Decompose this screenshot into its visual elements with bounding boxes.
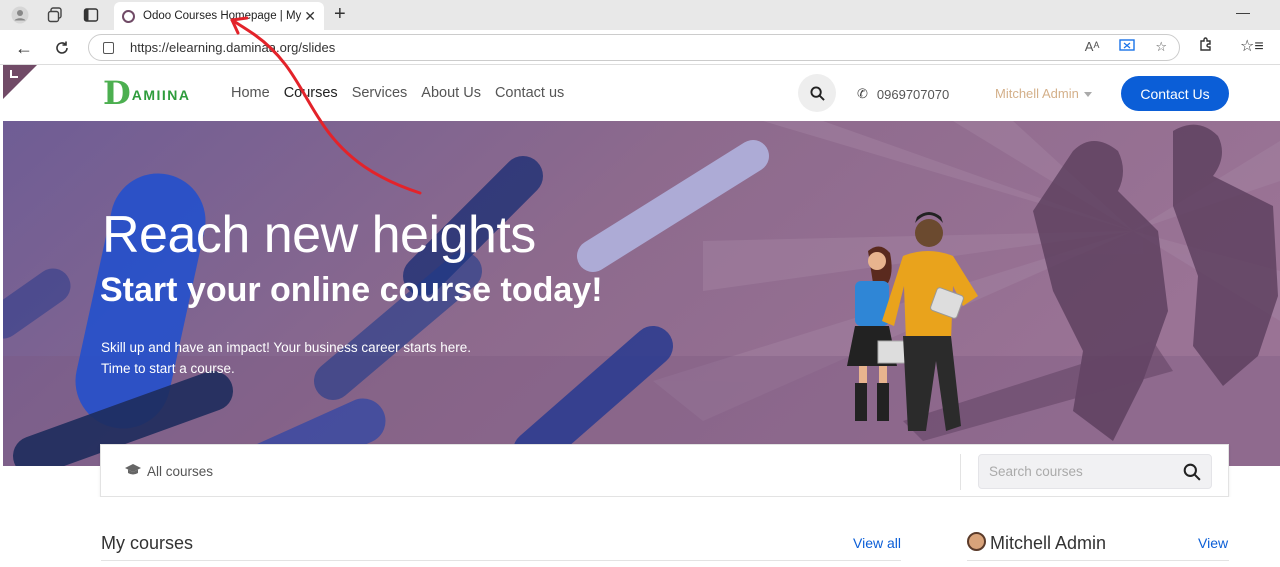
content-area: My courses View all Mitchell Admin View [0,497,1280,567]
profile-name: Mitchell Admin [990,533,1107,553]
graduation-cap-icon [125,463,141,479]
edit-corner-badge[interactable] [3,65,37,99]
hero-subtitle: Start your online course today! [100,271,603,309]
user-menu[interactable]: Mitchell Admin [995,86,1092,101]
profile-icon[interactable] [9,4,31,26]
all-courses-link[interactable]: All courses [125,463,213,479]
close-icon[interactable]: ✕ [304,8,316,25]
tab-title: Odoo Courses Homepage | My W [143,10,303,22]
search-icon [809,85,825,101]
favorites-icon[interactable]: ☆≡ [1240,36,1264,56]
browser-tab-active[interactable]: Odoo Courses Homepage | My W ✕ [114,2,324,30]
user-name: Mitchell Admin [995,86,1079,101]
all-courses-label: All courses [147,463,214,479]
view-all-link[interactable]: View all [853,535,901,551]
avatar-icon [967,532,986,551]
translate-icon[interactable] [1119,39,1136,56]
nav-services[interactable]: Services [352,85,408,101]
phone-icon: ✆ [857,86,868,101]
hero-banner: Reach new heights Start your online cour… [3,121,1280,466]
back-icon[interactable]: ← [12,36,36,60]
favorite-star-icon[interactable]: ☆ [1155,39,1167,56]
workspaces-icon[interactable] [44,4,66,26]
nav-contact-us[interactable]: Contact us [495,85,564,101]
phone-number: 0969707070 [876,86,950,102]
site-logo[interactable]: D AMIINA [103,74,191,112]
nav-home[interactable]: Home [231,85,270,101]
course-search-input[interactable]: Search courses [978,454,1212,489]
panel-divider [960,454,961,490]
hero-text-line1: Skill up and have an impact! Your busine… [101,340,471,355]
minimize-icon[interactable]: — [1236,4,1250,20]
hero-text-line2: Time to start a course. [101,361,235,376]
site-header: D AMIINA Home Courses Services About Us … [0,65,1280,121]
my-courses-heading: My courses [101,533,194,553]
browser-tab-bar: Odoo Courses Homepage | My W ✕ + — [0,0,1280,30]
phone-contact[interactable]: ✆ 0969707070 [857,86,949,102]
divider [101,560,901,561]
read-aloud-icon[interactable]: Aᴬ [1085,39,1100,56]
nav-courses[interactable]: Courses [284,85,338,101]
chevron-down-icon [1083,92,1092,98]
refresh-icon[interactable] [50,36,74,60]
url-text: https://elearning.daminaa.org/slides [130,40,336,55]
nav-about-us[interactable]: About Us [421,85,481,101]
header-search-button[interactable] [798,74,836,112]
main-nav: Home Courses Services About Us Contact u… [231,85,564,101]
address-bar-row: ← https://elearning.daminaa.org/slides A… [0,30,1280,65]
hero-title: Reach new heights [102,206,536,264]
search-icon[interactable] [1183,463,1201,481]
corner-mark-icon [10,70,18,78]
tab-actions-icon[interactable] [80,4,102,26]
url-input[interactable]: https://elearning.daminaa.org/slides Aᴬ … [88,34,1180,61]
logo-letter: D [103,74,131,112]
course-search-placeholder: Search courses [989,464,1083,479]
divider [967,560,1229,561]
contact-us-button[interactable]: Contact Us [1121,76,1229,111]
plus-icon[interactable]: + [334,3,346,26]
course-search-panel: All courses Search courses [100,444,1229,497]
tab-favicon-icon [122,9,135,23]
lock-icon [103,41,114,54]
hero-description: Skill up and have an impact! Your busine… [101,337,521,379]
logo-text: AMIINA [131,87,191,103]
profile-view-link[interactable]: View [1198,535,1228,551]
extensions-icon[interactable] [1198,36,1214,57]
